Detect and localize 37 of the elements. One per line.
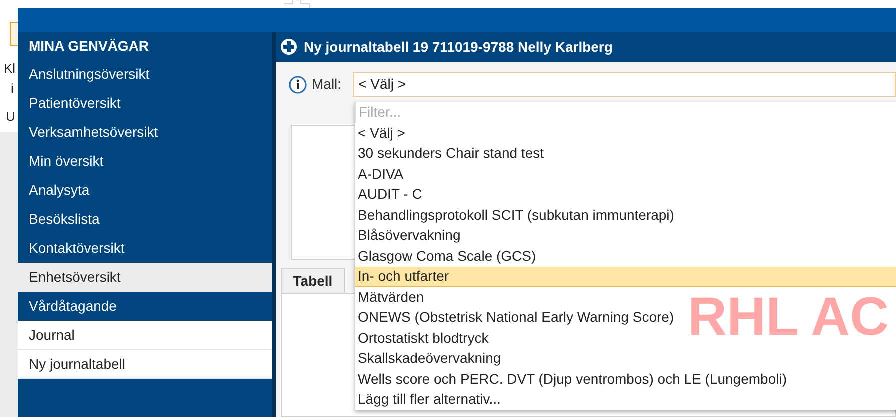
sidebar-item[interactable]: Ny journaltabell	[18, 350, 272, 379]
main-title: Ny journaltabell 19 711019-9788 Nelly Karlberg	[304, 38, 613, 57]
background-text: i	[11, 82, 14, 95]
environment-label: RHL AC	[688, 290, 889, 344]
sidebar-item[interactable]: Patientöversikt	[18, 89, 272, 118]
sidebar-title: MINA GENVÄGAR	[28, 36, 150, 56]
dropdown-option[interactable]: AUDIT - C	[355, 184, 426, 205]
dropdown-option[interactable]: Behandlingsprotokoll SCIT (subkutan immunterapi)	[355, 205, 678, 226]
dropdown-option[interactable]: ONEWS (Obstetrisk National Early Warning Score)	[355, 308, 678, 328]
sidebar-item[interactable]: Verksamhetsöversikt	[18, 118, 272, 147]
sidebar-item[interactable]: Enhetsöversikt	[18, 263, 272, 292]
dropdown-option[interactable]: Lägg till fler alternativ...	[355, 390, 504, 410]
dropdown-option[interactable]: Mätvärden	[355, 287, 428, 308]
dropdown-option[interactable]: 30 sekunders Chair stand test	[355, 144, 547, 164]
dropdown-option[interactable]: Ortostatiskt blodtryck	[355, 328, 492, 348]
dropdown-option[interactable]: A-DIVA	[355, 164, 407, 184]
sidebar-item[interactable]: Analysyta	[18, 176, 272, 205]
plus-circle-icon	[280, 38, 298, 56]
sidebar-item[interactable]: Vårdåtagande	[18, 292, 272, 321]
sidebar-item[interactable]: Besökslista	[18, 205, 272, 234]
background-text: Kl	[4, 62, 16, 75]
filter-field[interactable]: Filter...	[359, 102, 896, 123]
sidebar-item[interactable]: Min översikt	[18, 147, 272, 176]
dropdown-option[interactable]: < Välj >	[355, 123, 408, 144]
dropdown-option[interactable]: Glasgow Coma Scale (GCS)	[355, 246, 540, 266]
dropdown-option[interactable]: Skallskadeövervakning	[355, 348, 504, 369]
template-label: Mall:	[312, 75, 342, 94]
dropdown-option[interactable]: Wells score och PERC. DVT (Djup ventrombos) och LE (Lungemboli)	[355, 369, 790, 390]
dropdown-option[interactable]: Blåsövervakning	[355, 226, 464, 246]
sidebar-item[interactable]: Kontaktöversikt	[18, 234, 272, 263]
info-icon[interactable]	[289, 76, 307, 94]
sidebar-item[interactable]: Journal	[18, 321, 272, 350]
template-select[interactable]: < Välj >	[352, 72, 896, 97]
tab[interactable]: Tabell	[281, 268, 345, 293]
dropdown-option[interactable]: In- och utfarter	[355, 266, 896, 287]
sidebar-item[interactable]: Anslutningsöversikt	[18, 60, 272, 89]
background-text: U	[6, 110, 16, 123]
